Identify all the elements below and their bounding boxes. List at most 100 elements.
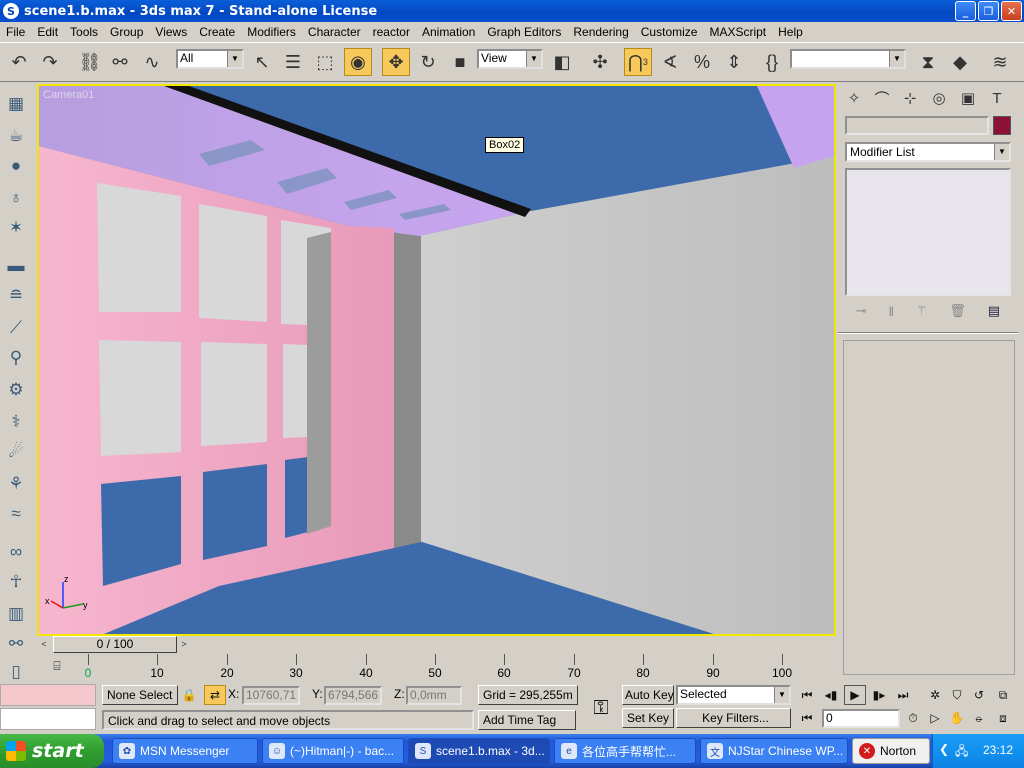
x-coordinate-input[interactable]: 10760,71	[242, 686, 300, 705]
absolute-mode-icon[interactable]: ⇄	[204, 685, 226, 705]
go-to-start-icon[interactable]: ⏮	[796, 685, 818, 705]
angle-snap-icon[interactable]: ∢	[656, 48, 684, 76]
link-icon[interactable]: ⛓	[76, 48, 104, 76]
lathe-icon[interactable]: ≘	[4, 284, 28, 308]
pan-icon[interactable]: ✋	[946, 708, 968, 728]
select-and-rotate-icon[interactable]: ↻	[414, 48, 442, 76]
make-unique-icon[interactable]: ⚚	[916, 303, 928, 319]
sphere-icon[interactable]: ●	[4, 154, 28, 178]
layer-manager-icon[interactable]: ≋	[986, 48, 1014, 76]
bend-icon[interactable]: ⟋	[4, 316, 28, 340]
hose-icon[interactable]: ⚯	[4, 632, 28, 656]
key-filters-button[interactable]: Key Filters...	[676, 708, 791, 728]
camera-viewport[interactable]: Camera01 Box02 z y x	[37, 84, 836, 636]
selection-filter-dropdown[interactable]: All ▼	[176, 49, 244, 69]
named-selection-dropdown[interactable]: ▼	[790, 49, 906, 69]
menu-views[interactable]: Views	[149, 22, 193, 42]
maxscript-listener-icon[interactable]: ▯	[4, 660, 28, 684]
set-key-button[interactable]: Set Key	[622, 708, 674, 728]
min-max-toggle-icon[interactable]: ⧈	[992, 708, 1014, 728]
menu-rendering[interactable]: Rendering	[567, 22, 634, 42]
start-button[interactable]: start	[0, 734, 104, 768]
wind-icon[interactable]: ⚕	[4, 410, 28, 434]
configure-modifier-sets-icon[interactable]: ▤	[988, 303, 1000, 319]
align-icon[interactable]: ◆	[946, 48, 974, 76]
object-name-field[interactable]	[845, 116, 989, 135]
modify-tab-icon[interactable]: ⌒	[869, 86, 895, 110]
play-icon[interactable]: ▶	[844, 685, 866, 705]
time-configuration-icon[interactable]: ⏱	[902, 708, 924, 728]
percent-snap-icon[interactable]: %	[688, 48, 716, 76]
clock[interactable]: 23:12	[983, 743, 1013, 757]
viewport-label[interactable]: Camera01	[43, 89, 94, 101]
menu-help[interactable]: Help	[772, 22, 809, 42]
mirror-icon[interactable]: ⧗	[914, 48, 942, 76]
reference-coordinate-dropdown[interactable]: View ▼	[477, 49, 543, 69]
time-slider-thumb[interactable]: 0 / 100	[53, 636, 177, 653]
maximize-viewport-icon[interactable]: ⧉	[992, 685, 1014, 705]
menu-create[interactable]: Create	[193, 22, 241, 42]
pivot-center-icon[interactable]: ◧	[548, 48, 576, 76]
taskbar-item-3dsmax[interactable]: S scene1.b.max - 3d...	[408, 738, 550, 764]
show-end-result-icon[interactable]: ‖	[889, 304, 894, 319]
z-coordinate-input[interactable]: 0,0mm	[406, 686, 462, 705]
time-slider[interactable]: < 0 / 100 >	[37, 636, 836, 653]
remove-modifier-icon[interactable]: 🗑	[949, 303, 966, 319]
next-frame-icon[interactable]: ▮▸	[868, 685, 890, 705]
menu-group[interactable]: Group	[104, 22, 149, 42]
menu-customize[interactable]: Customize	[635, 22, 704, 42]
modifier-stack[interactable]	[845, 168, 1011, 296]
redo-icon[interactable]: ↷	[36, 48, 64, 76]
window-crossing-icon[interactable]: ◉	[344, 48, 372, 76]
select-and-scale-icon[interactable]: ■	[446, 48, 474, 76]
menu-modifiers[interactable]: Modifiers	[241, 22, 302, 42]
snaps-toggle-icon[interactable]: ⋂ 3	[624, 48, 652, 76]
noise-icon[interactable]: ⚙	[4, 378, 28, 402]
rectangular-selection-icon[interactable]: ⬚	[311, 48, 339, 76]
render-icon[interactable]: ▥	[4, 602, 28, 626]
y-coordinate-input[interactable]: 6794,566	[324, 686, 382, 705]
unlink-icon[interactable]: ⚯	[106, 48, 134, 76]
menu-reactor[interactable]: reactor	[367, 22, 416, 42]
particle-icon[interactable]: ⚘	[4, 472, 28, 496]
pin-stack-icon[interactable]: ⊸	[856, 303, 867, 319]
tray-expand-icon[interactable]: ❮	[939, 742, 949, 756]
torus-knot-icon[interactable]: ∞	[4, 540, 28, 564]
wave-icon[interactable]: ≈	[4, 502, 28, 526]
bind-space-warp-icon[interactable]: ∿	[138, 48, 166, 76]
go-to-end-icon[interactable]: ⏭	[892, 685, 914, 705]
teapot-icon[interactable]: ☕	[4, 124, 28, 148]
menu-tools[interactable]: Tools	[64, 22, 104, 42]
light-icon[interactable]: ♁	[4, 186, 28, 210]
maximize-button[interactable]: ❐	[978, 1, 999, 21]
spinner-snap-icon[interactable]: ⇕	[720, 48, 748, 76]
time-slider-prev[interactable]: <	[37, 637, 51, 652]
taskbar-item-msn[interactable]: ✿ MSN Messenger	[112, 738, 258, 764]
menu-animation[interactable]: Animation	[416, 22, 481, 42]
time-slider-next[interactable]: >	[177, 637, 191, 652]
set-key-icon[interactable]: ⚿	[584, 688, 618, 728]
extrude-icon[interactable]: ▬	[4, 254, 28, 278]
select-and-move-icon[interactable]: ✥	[382, 48, 410, 76]
norton-button[interactable]: ✕ Norton	[852, 738, 930, 764]
helper-icon[interactable]: ✶	[4, 216, 28, 240]
trackbar[interactable]: 0 10 20 30 40 50 60 70 80 90 100	[82, 654, 836, 680]
arc-rotate-icon[interactable]: ↺	[968, 685, 990, 705]
object-color-swatch[interactable]	[993, 116, 1011, 135]
app-icon[interactable]: S	[3, 3, 19, 19]
biped-icon[interactable]: ☥	[4, 570, 28, 594]
select-by-name-icon[interactable]: ☰	[279, 48, 307, 76]
auto-key-button[interactable]: Auto Key	[622, 685, 674, 705]
add-time-tag-button[interactable]: Add Time Tag	[478, 710, 576, 730]
modifier-list-dropdown[interactable]: Modifier List ▼	[845, 142, 1011, 162]
menu-edit[interactable]: Edit	[31, 22, 64, 42]
select-object-icon[interactable]: ↖	[248, 48, 276, 76]
taskbar-item-hitman[interactable]: ☺ (~)Hitman|-) - bac...	[262, 738, 404, 764]
motion-tab-icon[interactable]: ◎	[926, 86, 952, 110]
hierarchy-tab-icon[interactable]: ⊹	[897, 86, 923, 110]
gravity-icon[interactable]: ☄	[4, 440, 28, 464]
menu-file[interactable]: File	[0, 22, 31, 42]
lock-icon[interactable]: 🔒	[178, 685, 200, 705]
edit-named-selections-icon[interactable]: {}	[758, 48, 786, 76]
menu-graph-editors[interactable]: Graph Editors	[481, 22, 567, 42]
